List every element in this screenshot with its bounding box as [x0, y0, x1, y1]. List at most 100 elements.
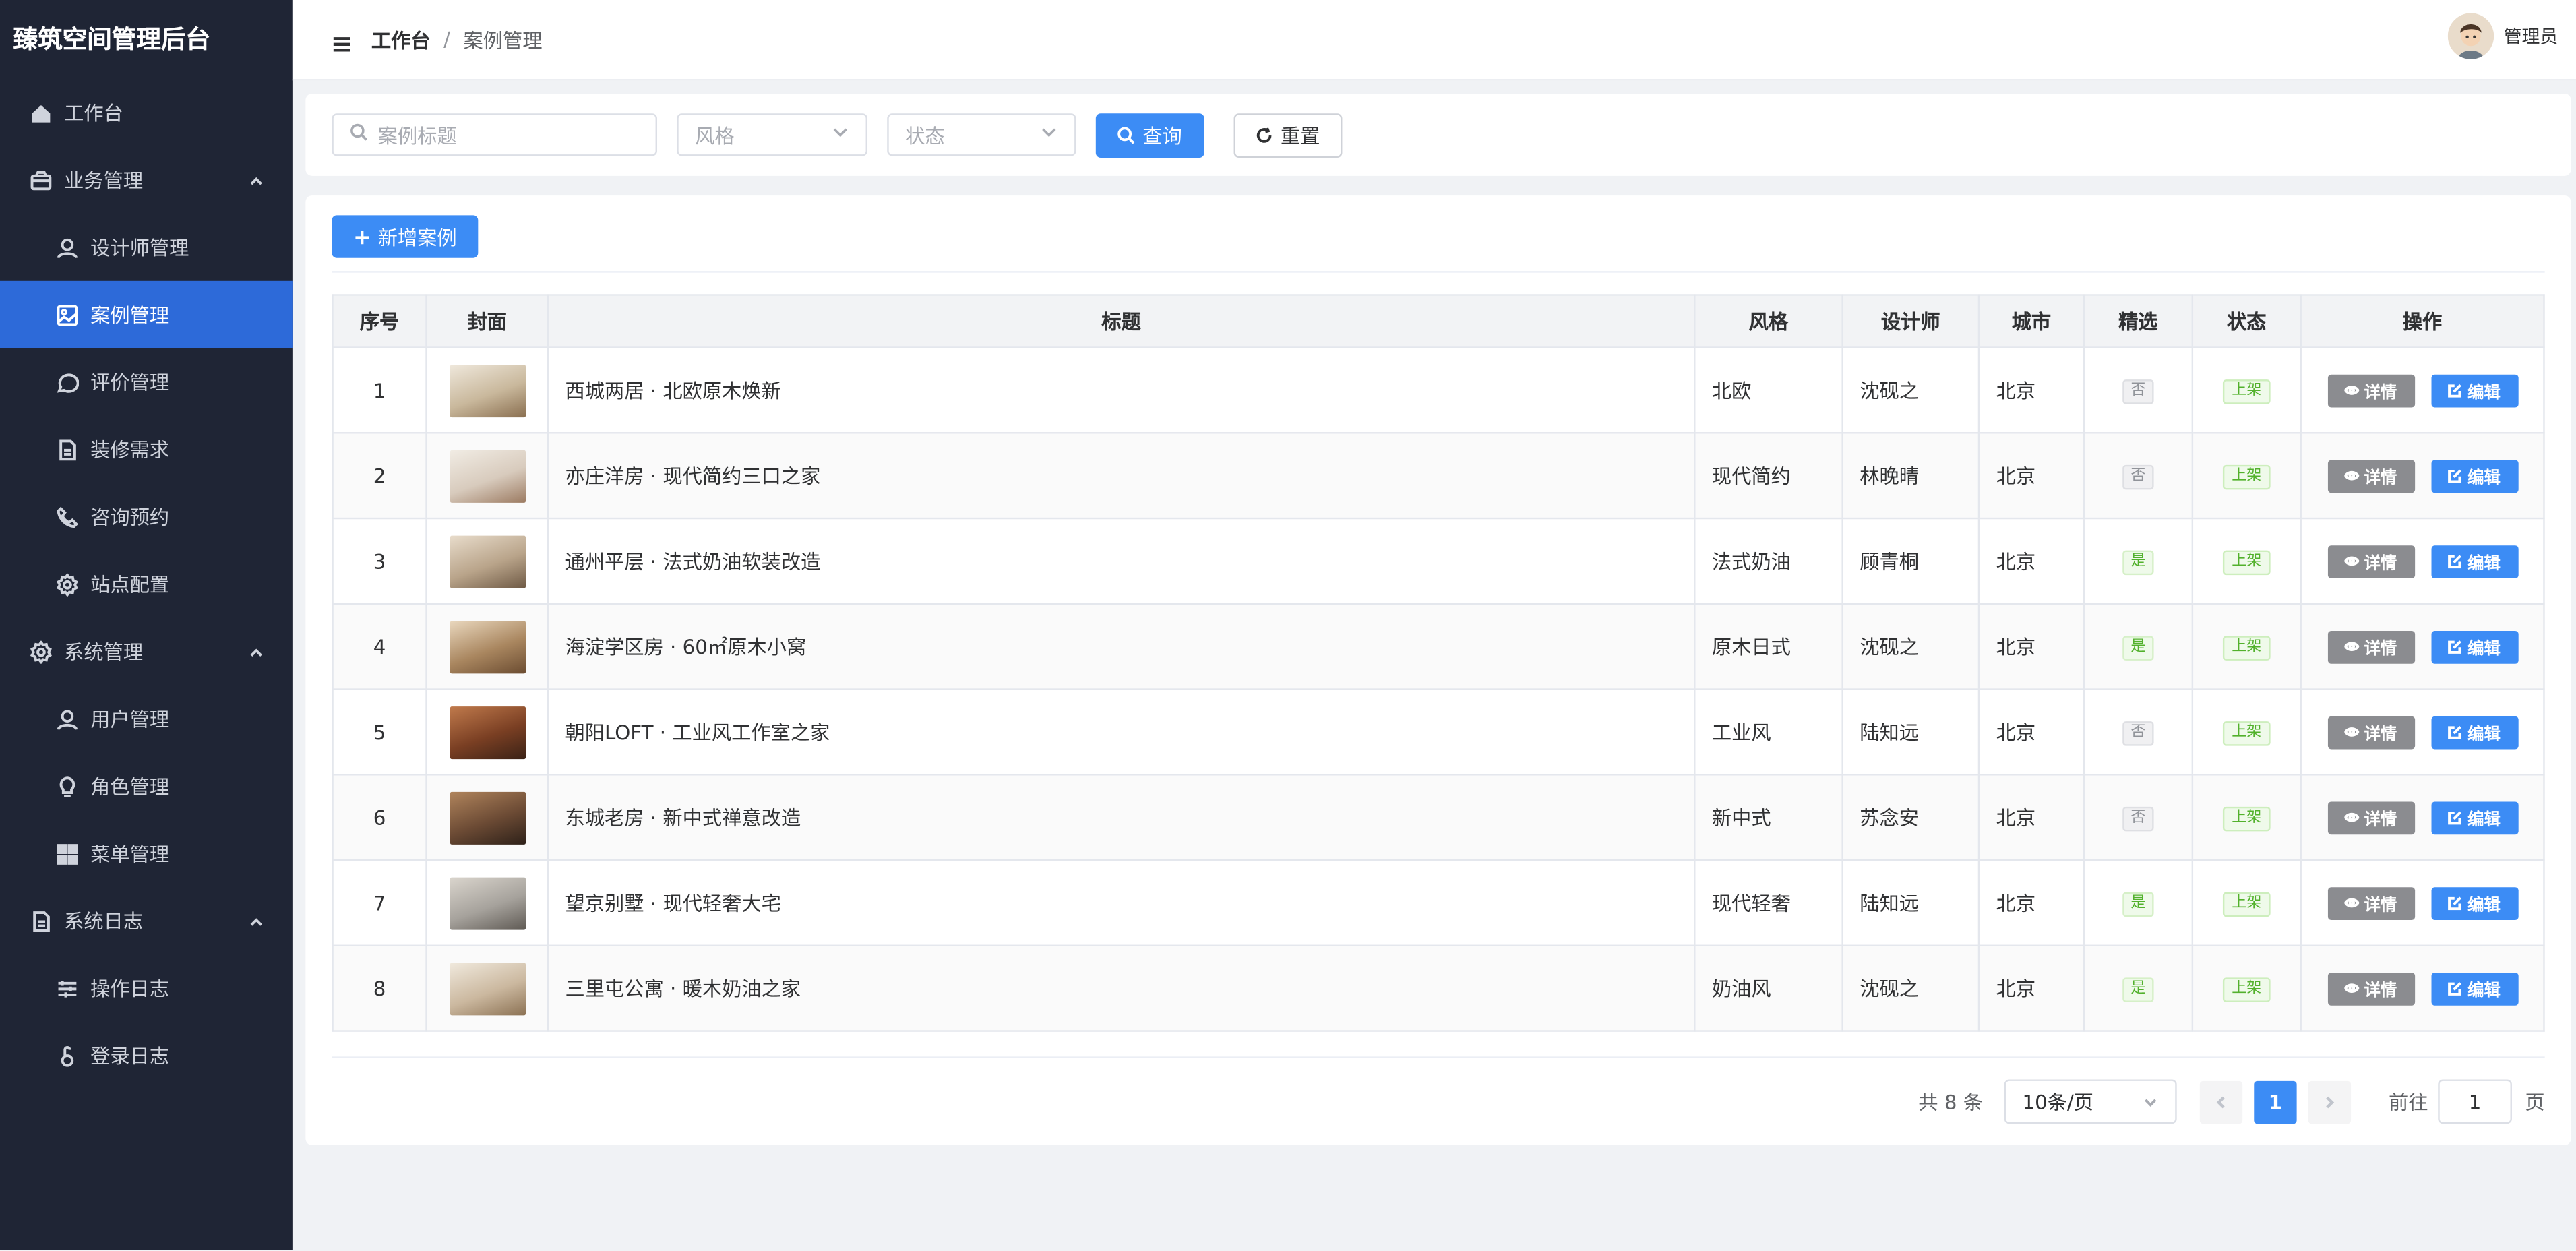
- sidebar-item-login-logs[interactable]: 登录日志: [0, 1022, 293, 1089]
- table-row: 5 朝阳LOFT · 工业风工作室之家 工业风 陆知远 北京 否 上架 详情 编辑: [332, 688, 2545, 776]
- status-tag: 上架: [2224, 379, 2270, 404]
- chevron-down-icon: [2144, 1098, 2157, 1106]
- breadcrumb-home[interactable]: 工作台: [371, 26, 431, 53]
- cell-title: 海淀学区房 · 60㎡原木小窝: [547, 603, 1696, 690]
- page-size-select[interactable]: 10条/页: [2004, 1079, 2177, 1124]
- eye-icon: [2344, 642, 2360, 652]
- cell-featured: 是: [2083, 517, 2194, 605]
- cell-cover: [425, 517, 549, 605]
- edit-icon: [2448, 982, 2461, 996]
- user-name[interactable]: 管理员: [2504, 23, 2558, 49]
- goto-page-input[interactable]: 1: [2438, 1079, 2512, 1124]
- sidebar-item-roles[interactable]: 角色管理: [0, 752, 293, 820]
- featured-tag: 是: [2122, 550, 2154, 576]
- status-tag: 上架: [2224, 636, 2270, 661]
- style-select[interactable]: 风格: [677, 113, 867, 156]
- column-header-no: 序号: [332, 294, 427, 348]
- sidebar-item-consult[interactable]: 咨询预约: [0, 483, 293, 551]
- column-header-cover: 封面: [425, 294, 549, 348]
- edit-icon: [2448, 811, 2461, 825]
- cell-designer: 顾青桐: [1841, 517, 1980, 605]
- edit-button[interactable]: 编辑: [2430, 545, 2518, 578]
- edit-button[interactable]: 编辑: [2430, 630, 2518, 663]
- cell-designer: 陆知远: [1841, 859, 1980, 946]
- cell-no: 6: [332, 774, 427, 861]
- prev-page-button[interactable]: [2199, 1080, 2243, 1124]
- sidebar-item-cases[interactable]: 案例管理: [0, 280, 293, 348]
- featured-tag: 是: [2122, 892, 2154, 917]
- detail-button[interactable]: 详情: [2327, 971, 2414, 1005]
- edit-button[interactable]: 编辑: [2430, 459, 2518, 493]
- sidebar-item-menus[interactable]: 菜单管理: [0, 820, 293, 887]
- edit-button[interactable]: 编辑: [2430, 801, 2518, 834]
- sidebar-item-operation-logs[interactable]: 操作日志: [0, 954, 293, 1022]
- goto-suffix: 页: [2525, 1091, 2545, 1114]
- cover-thumbnail[interactable]: [449, 363, 525, 417]
- sidebar-item-label: 角色管理: [90, 775, 170, 799]
- status-select[interactable]: 状态: [887, 113, 1076, 156]
- sidebar-item-requirements[interactable]: 装修需求: [0, 416, 293, 483]
- cell-cover: [425, 346, 549, 434]
- page-number-button[interactable]: 1: [2254, 1080, 2297, 1124]
- edit-icon: [2448, 384, 2461, 398]
- add-case-button-label: 新增案例: [377, 226, 457, 249]
- detail-button[interactable]: 详情: [2327, 459, 2414, 493]
- eye-icon: [2344, 898, 2360, 908]
- cell-city: 北京: [1977, 517, 2085, 605]
- cell-designer: 沈砚之: [1841, 346, 1980, 434]
- detail-button[interactable]: 详情: [2327, 715, 2414, 749]
- cover-thumbnail[interactable]: [449, 620, 525, 673]
- chevron-up-icon: [248, 171, 264, 187]
- cell-designer: 苏念安: [1841, 774, 1980, 861]
- cover-thumbnail[interactable]: [449, 535, 525, 588]
- edit-button[interactable]: 编辑: [2430, 971, 2518, 1005]
- sidebar-item-users[interactable]: 用户管理: [0, 685, 293, 752]
- edit-icon: [2448, 640, 2461, 654]
- edit-button-label: 编辑: [2467, 640, 2501, 659]
- sidebar-group-logs[interactable]: 系统日志: [0, 887, 293, 954]
- user-menu[interactable]: 管理员: [2447, 13, 2558, 59]
- edit-button[interactable]: 编辑: [2430, 886, 2518, 919]
- cover-thumbnail[interactable]: [449, 449, 525, 502]
- sidebar-group-business[interactable]: 业务管理: [0, 146, 293, 214]
- sidebar-item-designers[interactable]: 设计师管理: [0, 214, 293, 281]
- cell-designer: 沈砚之: [1841, 944, 1980, 1032]
- status-tag: 上架: [2224, 977, 2270, 1002]
- column-header-status: 状态: [2191, 294, 2302, 348]
- sidebar-group-system[interactable]: 系统管理: [0, 618, 293, 685]
- sidebar-item-label: 工作台: [64, 102, 123, 125]
- reset-button[interactable]: 重置: [1233, 112, 1343, 157]
- cell-actions: 详情 编辑: [2300, 517, 2545, 605]
- cell-actions: 详情 编辑: [2300, 859, 2545, 946]
- detail-button[interactable]: 详情: [2327, 373, 2414, 407]
- edit-button-label: 编辑: [2467, 896, 2501, 915]
- top-header: 工作台 / 案例管理 管理员: [292, 0, 2576, 81]
- sidebar-item-site-config[interactable]: 站点配置: [0, 551, 293, 618]
- eye-icon: [2344, 983, 2360, 994]
- eye-icon: [2344, 812, 2360, 822]
- detail-button[interactable]: 详情: [2327, 630, 2414, 663]
- case-title-input[interactable]: 案例标题: [332, 113, 657, 156]
- sidebar-item-reviews[interactable]: 评价管理: [0, 348, 293, 416]
- cell-actions: 详情 编辑: [2300, 774, 2545, 861]
- cover-thumbnail[interactable]: [449, 791, 525, 844]
- total-count: 共 8 条: [1918, 1091, 1983, 1114]
- edit-button[interactable]: 编辑: [2430, 373, 2518, 407]
- add-case-button[interactable]: 新增案例: [332, 215, 479, 258]
- cover-thumbnail[interactable]: [449, 876, 525, 929]
- breadcrumb-separator: /: [443, 28, 451, 51]
- query-button[interactable]: 查询: [1095, 112, 1204, 157]
- detail-button[interactable]: 详情: [2327, 801, 2414, 834]
- sidebar-item-label: 菜单管理: [90, 843, 170, 866]
- next-page-button[interactable]: [2308, 1080, 2351, 1124]
- detail-button[interactable]: 详情: [2327, 886, 2414, 919]
- avatar[interactable]: [2447, 13, 2494, 59]
- detail-button[interactable]: 详情: [2327, 545, 2414, 578]
- menu-toggle-icon[interactable]: [332, 30, 351, 52]
- cover-thumbnail[interactable]: [449, 705, 525, 758]
- sidebar-item-dashboard[interactable]: 工作台: [0, 79, 293, 146]
- cell-cover: [425, 688, 549, 776]
- cover-thumbnail[interactable]: [449, 962, 525, 1015]
- edit-button[interactable]: 编辑: [2430, 715, 2518, 749]
- chevron-up-icon: [248, 642, 264, 659]
